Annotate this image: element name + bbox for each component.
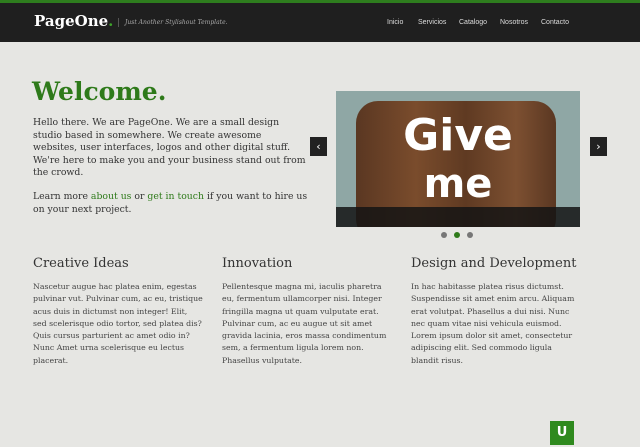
slide-text-line1: Give xyxy=(403,110,513,161)
slide-text-line2: me xyxy=(423,161,493,207)
learn-more-paragraph: Learn more about us or get in touch if y… xyxy=(33,191,308,216)
nav-nosotros[interactable]: Nosotros xyxy=(500,19,528,26)
slider-dot-2[interactable] xyxy=(454,232,460,238)
page-title-text: Welcome xyxy=(32,77,158,106)
chevron-left-icon: ‹ xyxy=(316,140,321,153)
column-text-design-development: In hac habitasse platea risus dictumst. … xyxy=(411,282,575,365)
page-title-dot: . xyxy=(157,77,167,106)
slider-prev-button[interactable]: ‹ xyxy=(310,137,327,156)
back-to-top-button[interactable]: U xyxy=(550,421,574,445)
nav-contacto[interactable]: Contacto xyxy=(541,19,569,26)
slider-dot-3[interactable] xyxy=(467,232,473,238)
learn-mid: or xyxy=(131,191,148,202)
slider-next-button[interactable]: › xyxy=(590,137,607,156)
intro-paragraph: Hello there. We are PageOne. We are a sm… xyxy=(33,117,306,179)
about-us-link[interactable]: about us xyxy=(91,191,132,202)
slide-caption-bar xyxy=(336,207,580,227)
page-title: Welcome. xyxy=(32,77,166,106)
column-title-creative-ideas: Creative Ideas xyxy=(33,256,129,271)
column-title-design-development: Design and Development xyxy=(411,256,577,271)
top-navbar: PageOne. Just Another Stylishout Templat… xyxy=(0,0,640,42)
slider-dot-1[interactable] xyxy=(441,232,447,238)
learn-prefix: Learn more xyxy=(33,191,91,202)
nav-inicio[interactable]: Inicio xyxy=(387,19,403,26)
main-nav: Inicio Servicios Catalogo Nosotros Conta… xyxy=(0,19,640,31)
column-text-innovation: Pellentesque magna mi, iaculis pharetra … xyxy=(222,282,387,365)
column-text-creative-ideas: Nascetur augue hac platea enim, egestas … xyxy=(33,282,203,365)
get-in-touch-link[interactable]: get in touch xyxy=(147,191,204,202)
column-title-innovation: Innovation xyxy=(222,256,293,271)
arrow-up-icon: U xyxy=(556,425,568,440)
image-slider[interactable]: Give me xyxy=(336,91,580,227)
nav-catalogo[interactable]: Catalogo xyxy=(459,19,487,26)
nav-servicios[interactable]: Servicios xyxy=(418,19,446,26)
chevron-right-icon: › xyxy=(596,140,601,153)
